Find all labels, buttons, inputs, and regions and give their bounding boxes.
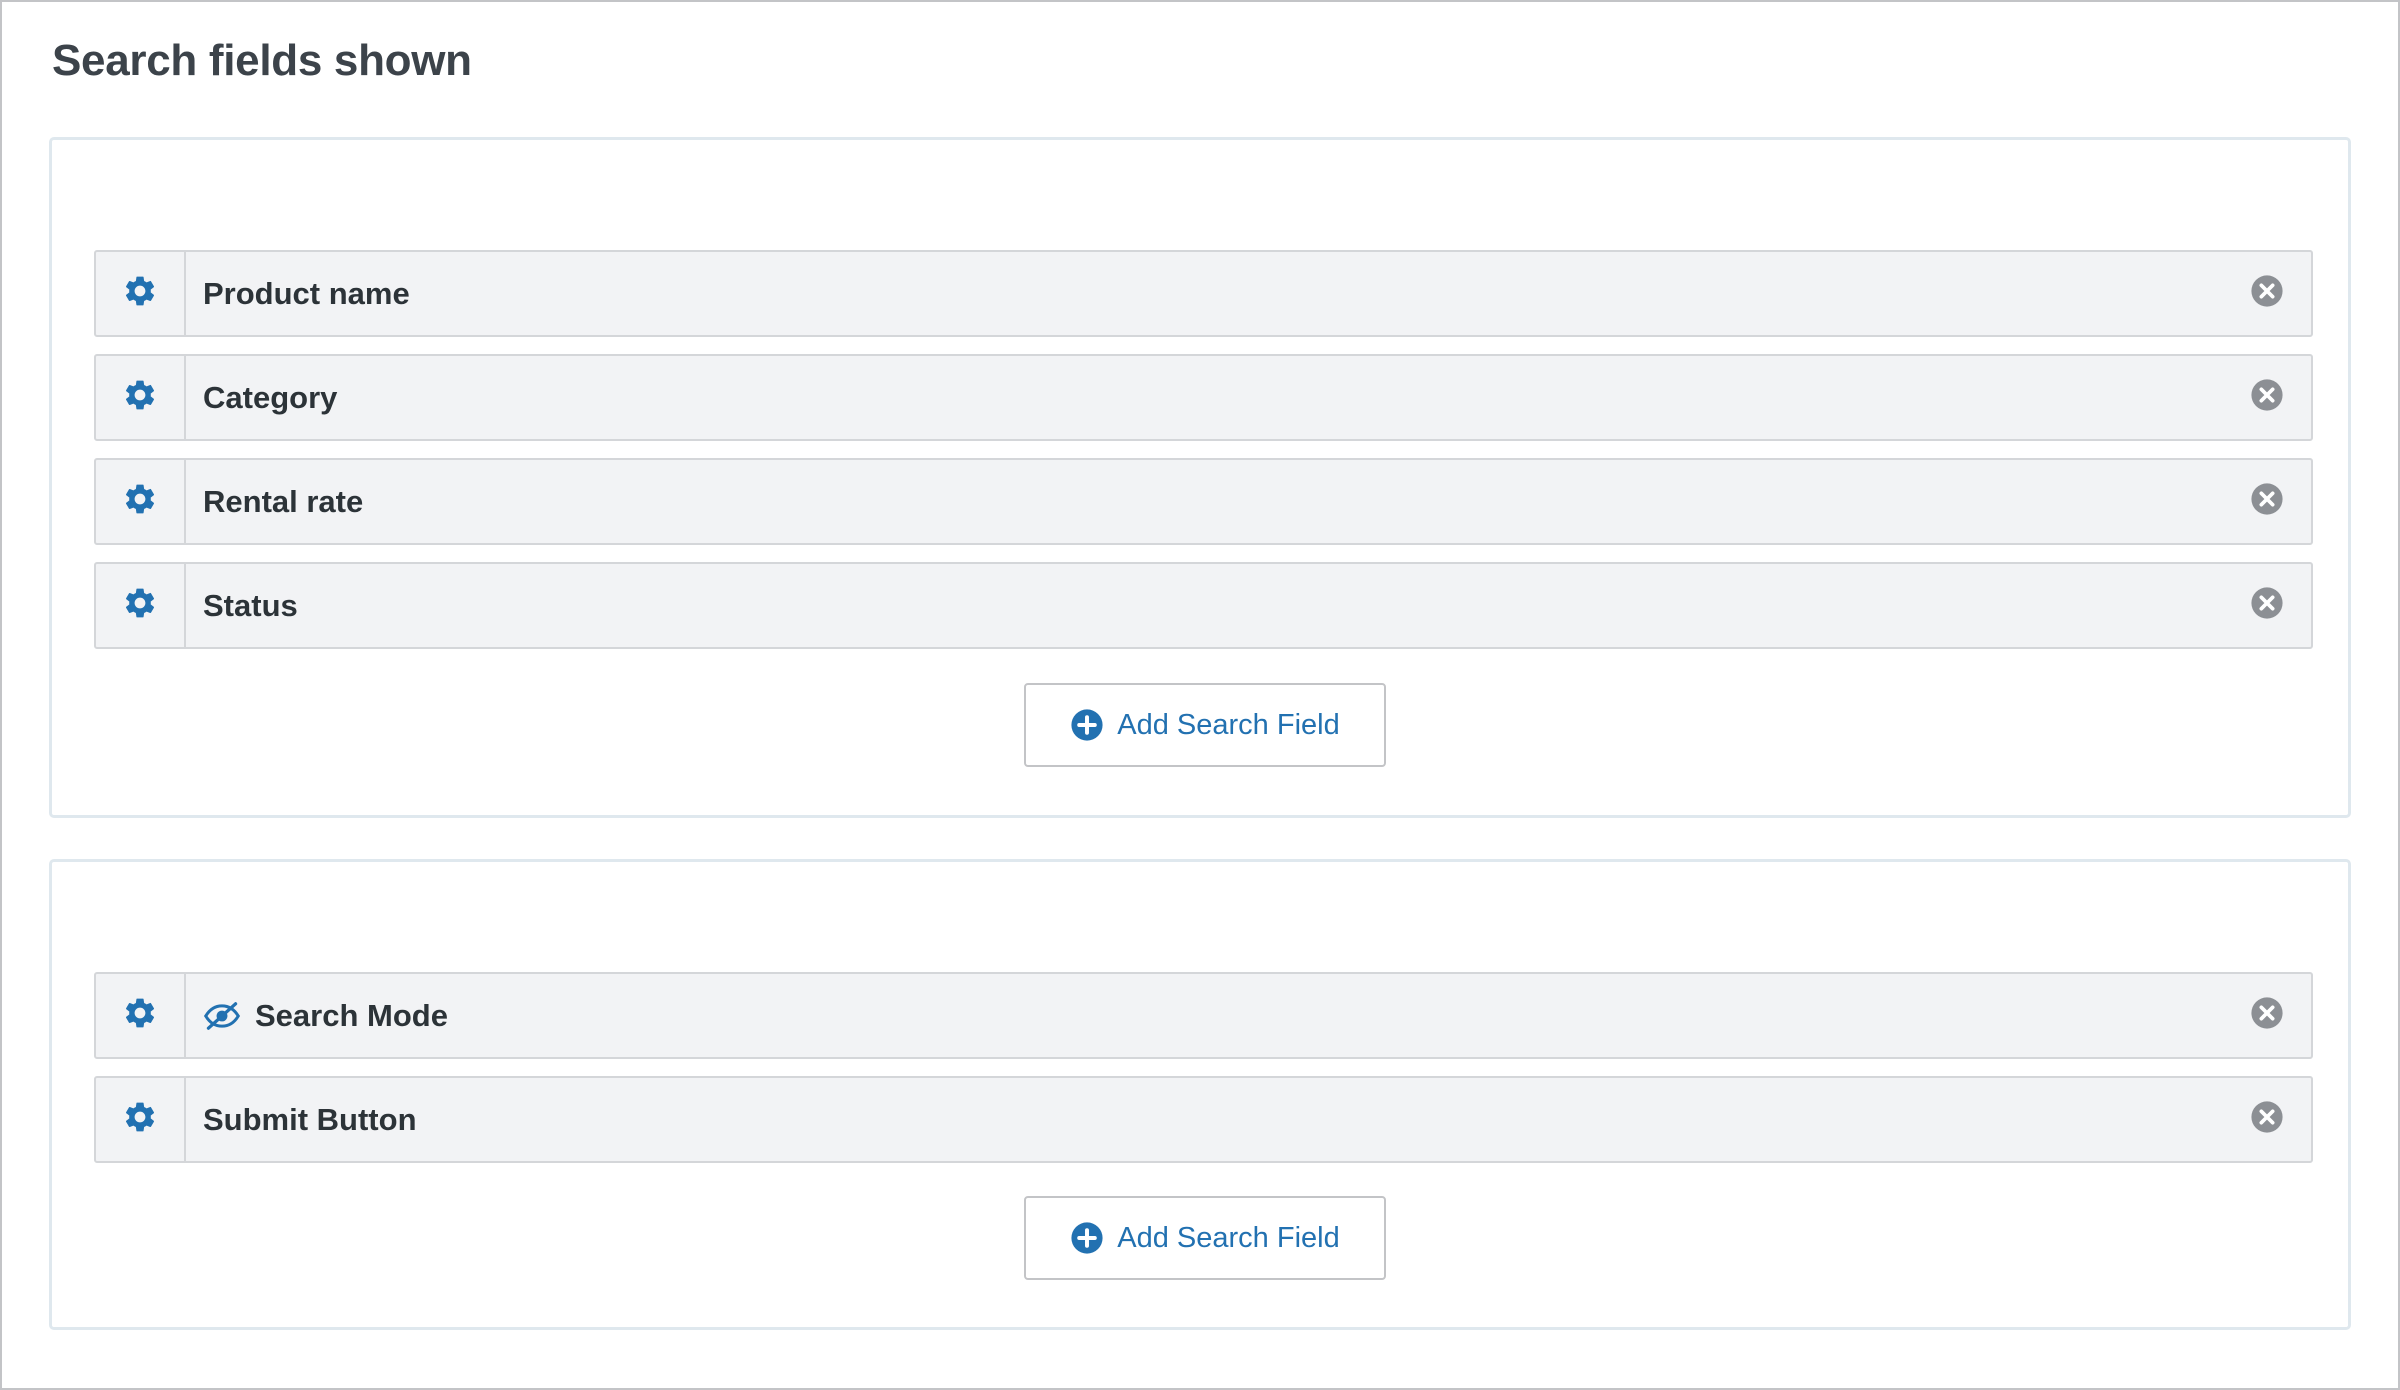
gear-icon (122, 481, 158, 522)
add-search-field-label: Add Search Field (1117, 708, 1340, 741)
gear-icon (122, 995, 158, 1036)
close-circle-icon (2250, 996, 2284, 1035)
main-frame: Search fields shown Product name Categor… (0, 0, 2400, 1390)
plus-circle-icon (1070, 1221, 1104, 1255)
field-settings-button[interactable] (96, 252, 186, 335)
close-circle-icon (2250, 1100, 2284, 1139)
field-settings-button[interactable] (96, 460, 186, 543)
close-circle-icon (2250, 586, 2284, 625)
field-row-product-name[interactable]: Product name (94, 250, 2313, 337)
eye-slash-icon (203, 1001, 241, 1031)
field-settings-button[interactable] (96, 1078, 186, 1161)
field-label: Product name (203, 275, 410, 311)
add-search-field-button[interactable]: Add Search Field (1024, 1196, 1386, 1280)
field-list: Product name Category Rental rate Status (94, 250, 2313, 666)
add-search-field-button[interactable]: Add Search Field (1024, 683, 1386, 767)
field-row-search-mode[interactable]: Search Mode (94, 972, 2313, 1059)
remove-field-button[interactable] (2249, 482, 2285, 521)
field-settings-button[interactable] (96, 356, 186, 439)
field-row-rental-rate[interactable]: Rental rate (94, 458, 2313, 545)
add-search-field-label: Add Search Field (1117, 1221, 1340, 1254)
field-settings-button[interactable] (96, 974, 186, 1057)
remove-field-button[interactable] (2249, 378, 2285, 417)
field-label: Rental rate (203, 483, 364, 519)
field-row-submit-button[interactable]: Submit Button (94, 1076, 2313, 1163)
field-label: Search Mode (203, 998, 2249, 1034)
page-title: Search fields shown (52, 36, 472, 85)
plus-circle-icon (1070, 708, 1104, 742)
gear-icon (122, 273, 158, 314)
field-list: Search Mode Submit Button (94, 972, 2313, 1180)
close-circle-icon (2250, 274, 2284, 313)
field-label: Category (203, 379, 338, 415)
remove-field-button[interactable] (2249, 586, 2285, 625)
remove-field-button[interactable] (2249, 274, 2285, 313)
field-label-text: Search Mode (255, 997, 448, 1033)
gear-icon (122, 585, 158, 626)
remove-field-button[interactable] (2249, 1100, 2285, 1139)
close-circle-icon (2250, 378, 2284, 417)
gear-icon (122, 377, 158, 418)
close-circle-icon (2250, 482, 2284, 521)
field-label: Submit Button (203, 1101, 417, 1137)
gear-icon (122, 1099, 158, 1140)
remove-field-button[interactable] (2249, 996, 2285, 1035)
search-fields-section-primary: Product name Category Rental rate Status… (49, 137, 2351, 818)
field-row-status[interactable]: Status (94, 562, 2313, 649)
field-label: Status (203, 587, 298, 623)
field-row-category[interactable]: Category (94, 354, 2313, 441)
field-settings-button[interactable] (96, 564, 186, 647)
search-fields-section-secondary: Search Mode Submit Button Add Search Fie… (49, 859, 2351, 1330)
